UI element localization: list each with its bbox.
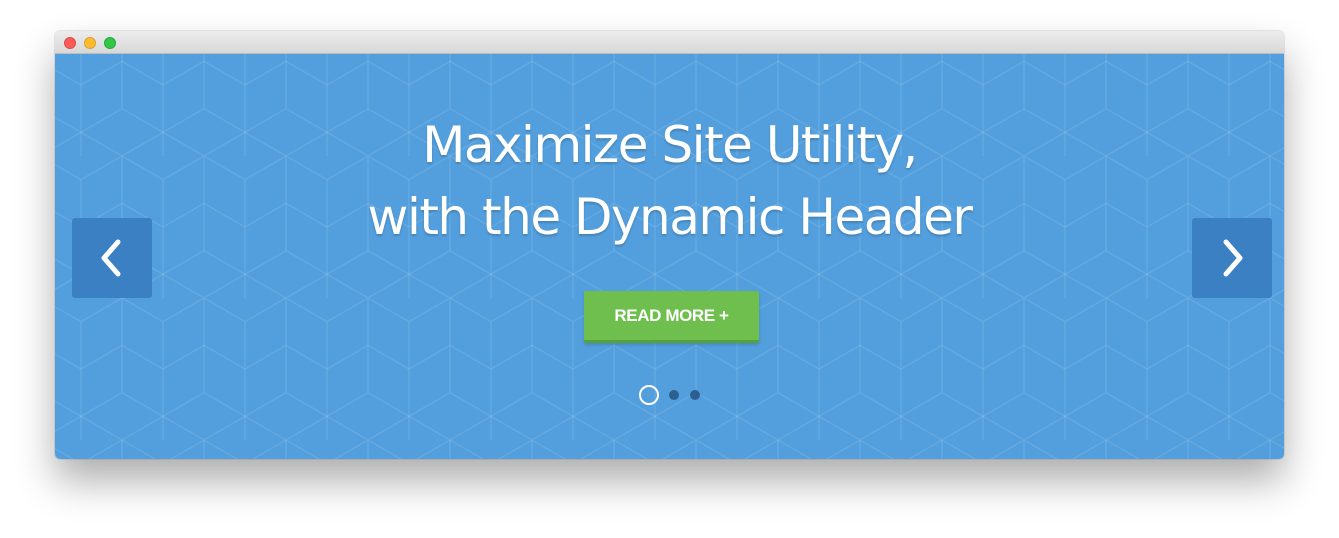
- chevron-left-icon: [101, 239, 121, 277]
- hero-slider: Maximize Site Utility, with the Dynamic …: [55, 54, 1284, 459]
- hero-headline-line-1: Maximize Site Utility,: [422, 116, 918, 174]
- slide-dot-2[interactable]: [669, 390, 679, 400]
- browser-window: Maximize Site Utility, with the Dynamic …: [55, 31, 1284, 459]
- hero-headline-line-2: with the Dynamic Header: [367, 188, 973, 246]
- chevron-right-icon: [1223, 239, 1243, 277]
- slide-dot-3[interactable]: [690, 390, 700, 400]
- previous-slide-button[interactable]: [72, 218, 152, 298]
- next-slide-button[interactable]: [1192, 218, 1272, 298]
- close-window-button[interactable]: [64, 37, 76, 49]
- title-bar: [55, 31, 1284, 54]
- minimize-window-button[interactable]: [84, 37, 96, 49]
- zoom-window-button[interactable]: [104, 37, 116, 49]
- read-more-button[interactable]: READ MORE +: [584, 291, 759, 343]
- slide-dot-1-active[interactable]: [639, 385, 659, 405]
